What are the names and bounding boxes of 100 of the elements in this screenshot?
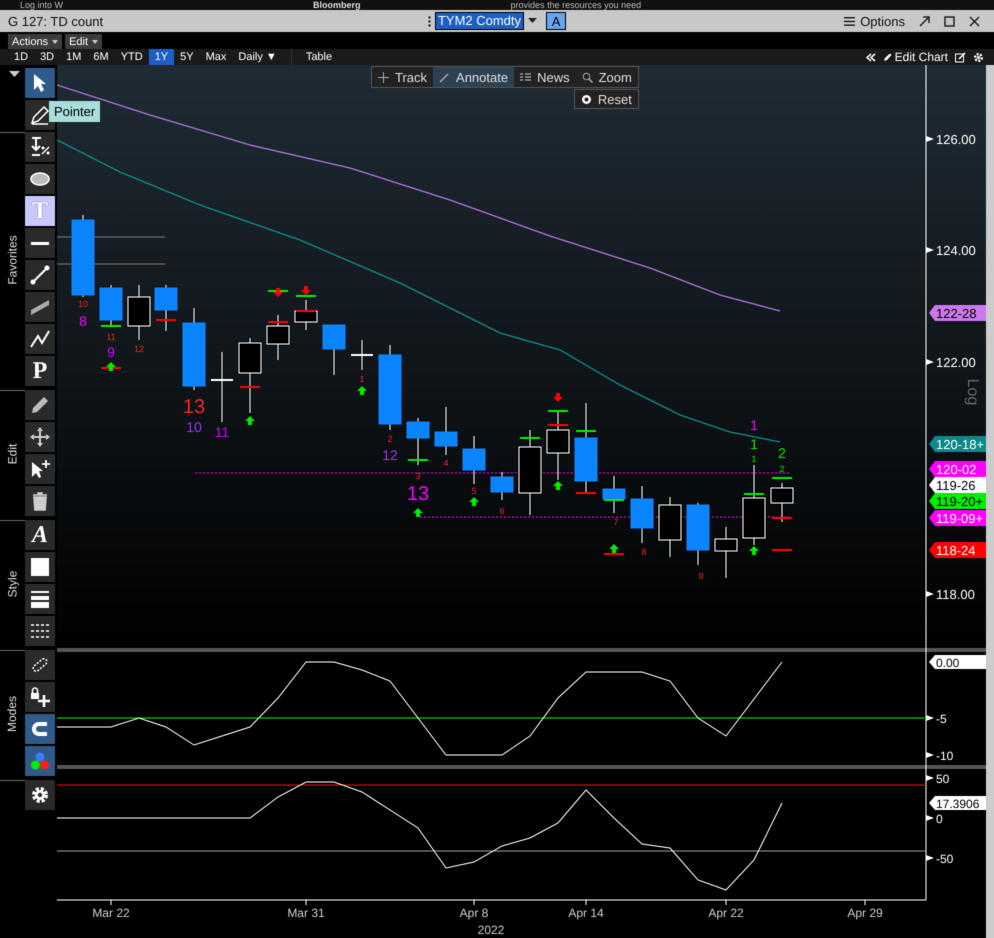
pencil-icon <box>29 394 51 416</box>
section-label: Favorites <box>6 234 20 284</box>
close-icon[interactable] <box>969 16 980 26</box>
maximize-icon[interactable] <box>944 16 955 26</box>
period-tab[interactable]: YTD <box>114 49 149 65</box>
reset-button[interactable]: Reset <box>574 89 639 109</box>
date-axis-label: Apr 22 <box>708 906 744 920</box>
tool-button[interactable] <box>25 68 55 98</box>
up-arrow-icon <box>469 497 479 506</box>
tool-button[interactable] <box>25 132 55 162</box>
period-tab[interactable]: 3D <box>34 49 60 65</box>
period-tab[interactable]: 5Y <box>174 49 200 65</box>
tool-button[interactable] <box>25 390 55 420</box>
settings-icon[interactable] <box>973 52 984 62</box>
period-tab[interactable]: 6M <box>87 49 115 65</box>
tool-button[interactable] <box>25 650 55 680</box>
tool-button[interactable] <box>25 552 55 582</box>
signal-dash <box>296 295 316 297</box>
line-weight-icon <box>29 588 51 610</box>
period-tab[interactable]: 1Y <box>148 49 174 65</box>
caret-icon[interactable] <box>528 18 538 24</box>
edit-chart-button[interactable]: Edit Chart <box>882 50 948 64</box>
tool-button[interactable] <box>25 682 55 712</box>
drag-handle-icon[interactable] <box>428 16 431 26</box>
signal-dash <box>576 430 596 432</box>
down-arrow-icon <box>273 288 283 297</box>
td-count-label: 13 <box>406 483 430 505</box>
tool-button[interactable]: A <box>25 520 55 550</box>
line-segment-icon <box>29 264 51 286</box>
signal-dash <box>772 477 792 479</box>
price-tag: 118-24 <box>929 542 986 558</box>
up-arrow-icon <box>357 386 367 395</box>
security-field[interactable]: TYM2 Comdty <box>436 13 524 29</box>
section-label: Modes <box>6 695 20 732</box>
value-tag: 17.3906 <box>929 796 986 811</box>
candlestick <box>351 340 373 370</box>
signal-dash <box>576 492 596 494</box>
candlestick <box>714 526 738 578</box>
candlestick <box>462 436 486 484</box>
signal-dash <box>772 549 792 551</box>
date-axis-label: Apr 29 <box>847 906 883 920</box>
candlestick <box>770 482 794 522</box>
signal-dash <box>240 386 260 388</box>
td-count-label: 12 <box>382 447 398 463</box>
period-tab[interactable]: 1M <box>60 49 88 65</box>
background-window-text: Bloomberg <box>313 0 361 10</box>
tool-button[interactable] <box>25 292 55 322</box>
lock-plus-icon <box>29 686 51 708</box>
price-tag: 120-18+ <box>929 436 986 452</box>
axis-tick-mark <box>926 855 934 861</box>
signal-dash <box>604 499 624 501</box>
td-count-label: 5 <box>472 486 476 496</box>
tool-button[interactable] <box>25 422 55 452</box>
tool-button[interactable] <box>25 260 55 290</box>
background-window-text: provides the resources you need <box>510 0 642 10</box>
tool-button[interactable] <box>25 164 55 194</box>
edit-icon[interactable] <box>955 52 966 62</box>
caret-icon[interactable] <box>9 71 20 78</box>
collapse-icon[interactable] <box>866 52 876 62</box>
tool-button[interactable] <box>25 616 55 646</box>
square-icon <box>29 556 51 578</box>
period-tab[interactable]: Max <box>200 49 232 65</box>
signal-dash <box>604 553 624 555</box>
price-axis-label: 126.00 <box>936 132 976 147</box>
pen-icon <box>29 104 51 126</box>
axis-tick-mark <box>926 247 934 253</box>
pop-out-icon[interactable] <box>919 16 930 26</box>
frequency-dropdown[interactable]: Daily ▼ <box>232 49 283 65</box>
pen-icon <box>439 72 450 82</box>
tool-button[interactable] <box>25 780 55 810</box>
candlestick <box>658 496 682 558</box>
tool-button[interactable] <box>25 454 55 484</box>
chart-tool-tab[interactable]: Annotate <box>433 67 514 87</box>
options-menu[interactable]: Options <box>860 14 905 28</box>
candlestick <box>686 502 710 566</box>
td-count-label: 1 <box>360 374 364 384</box>
signal-dash <box>548 424 568 426</box>
axis-tick-mark <box>926 715 934 721</box>
search-icon <box>582 72 593 82</box>
menu-button[interactable]: Edit <box>65 34 102 49</box>
level-tool-icon <box>29 136 51 158</box>
tool-button[interactable] <box>25 584 55 614</box>
up-arrow-icon <box>553 481 563 490</box>
section-label: Style <box>6 570 20 597</box>
menu-button[interactable]: Actions <box>8 34 62 49</box>
menu-icon[interactable] <box>844 16 856 26</box>
candlestick <box>490 472 514 500</box>
tool-button[interactable] <box>25 228 55 258</box>
candlestick <box>406 418 430 466</box>
tool-button[interactable] <box>25 486 55 516</box>
price-axis-label: 118.00 <box>936 587 975 602</box>
tool-button[interactable]: P <box>25 356 55 386</box>
price-axis-label: 122.00 <box>936 355 976 370</box>
period-tab[interactable]: 1D <box>8 49 34 65</box>
mode-button[interactable]: A <box>546 12 566 30</box>
tool-button[interactable] <box>25 324 55 354</box>
candlestick <box>128 284 150 340</box>
axis-tick-mark <box>926 775 934 781</box>
td-count-label: 7 <box>614 517 618 527</box>
tool-button[interactable] <box>25 714 55 744</box>
